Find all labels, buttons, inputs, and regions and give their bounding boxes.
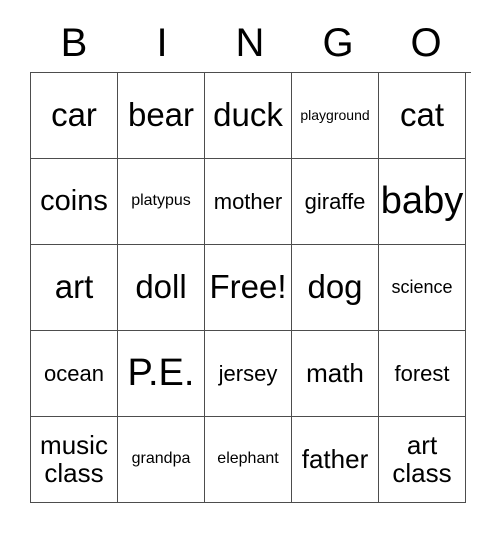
bingo-row: art doll Free! dog science bbox=[31, 245, 471, 331]
bingo-cell[interactable]: cat bbox=[379, 73, 466, 159]
bingo-header-letter-b: B bbox=[60, 21, 88, 65]
bingo-cell-label: jersey bbox=[218, 360, 278, 386]
bingo-cell-free-space[interactable]: Free! bbox=[205, 245, 292, 331]
bingo-cell[interactable]: doll bbox=[118, 245, 205, 331]
bingo-cell[interactable]: coins bbox=[31, 159, 118, 245]
bingo-cell[interactable]: math bbox=[292, 331, 379, 417]
bingo-cell[interactable]: elephant bbox=[205, 417, 292, 503]
bingo-cell[interactable]: car bbox=[31, 73, 118, 159]
bingo-cell-label: dog bbox=[307, 268, 363, 306]
bingo-cell-label: playground bbox=[300, 107, 370, 124]
bingo-cell-label: elephant bbox=[217, 450, 279, 468]
bingo-header-letter-o: O bbox=[410, 21, 442, 65]
bingo-cell[interactable]: duck bbox=[205, 73, 292, 159]
bingo-cell[interactable]: giraffe bbox=[292, 159, 379, 245]
bingo-cell-label: forest bbox=[394, 360, 450, 386]
bingo-free-space-label: Free! bbox=[209, 268, 287, 306]
bingo-cell[interactable]: bear bbox=[118, 73, 205, 159]
bingo-cell[interactable]: science bbox=[379, 245, 466, 331]
bingo-header-letter-n: N bbox=[235, 21, 265, 65]
bingo-cell-label: doll bbox=[135, 268, 187, 306]
bingo-cell[interactable]: father bbox=[292, 417, 379, 503]
bingo-cell[interactable]: ocean bbox=[31, 331, 118, 417]
bingo-header: B I N G O bbox=[30, 14, 470, 72]
bingo-cell[interactable]: grandpa bbox=[118, 417, 205, 503]
bingo-header-letter-i: I bbox=[156, 21, 168, 65]
bingo-grid: car bear duck playground cat coins platy… bbox=[30, 72, 471, 503]
bingo-cell-label: baby bbox=[380, 180, 464, 223]
bingo-cell-label: art class bbox=[392, 429, 452, 488]
bingo-cell[interactable]: music class bbox=[31, 417, 118, 503]
bingo-cell-label: ocean bbox=[44, 360, 104, 386]
bingo-cell[interactable]: forest bbox=[379, 331, 466, 417]
bingo-row: music class grandpa elephant father art … bbox=[31, 417, 471, 503]
bingo-row: ocean P.E. jersey math forest bbox=[31, 331, 471, 417]
bingo-cell-label: P.E. bbox=[127, 352, 195, 395]
bingo-cell-label: giraffe bbox=[304, 188, 366, 214]
bingo-cell[interactable]: art class bbox=[379, 417, 466, 503]
bingo-card: B I N G O car bear duck playground cat c… bbox=[30, 14, 471, 503]
bingo-cell-label: art bbox=[54, 268, 94, 306]
bingo-cell-label: duck bbox=[213, 96, 283, 134]
bingo-row: car bear duck playground cat bbox=[31, 73, 471, 159]
bingo-cell[interactable]: jersey bbox=[205, 331, 292, 417]
bingo-cell-label: grandpa bbox=[131, 450, 191, 468]
bingo-cell-label: cat bbox=[399, 96, 445, 134]
bingo-cell[interactable]: art bbox=[31, 245, 118, 331]
bingo-cell[interactable]: P.E. bbox=[118, 331, 205, 417]
bingo-cell-label: car bbox=[51, 96, 97, 134]
bingo-cell[interactable]: baby bbox=[379, 159, 466, 245]
bingo-cell-label: math bbox=[306, 357, 364, 388]
bingo-cell-label: science bbox=[391, 276, 453, 297]
bingo-cell[interactable]: platypus bbox=[118, 159, 205, 245]
bingo-cell-label: mother bbox=[213, 188, 283, 214]
bingo-cell-label: coins bbox=[40, 185, 108, 218]
bingo-cell[interactable]: mother bbox=[205, 159, 292, 245]
bingo-cell[interactable]: playground bbox=[292, 73, 379, 159]
bingo-cell-label: music class bbox=[40, 429, 108, 488]
bingo-row: coins platypus mother giraffe baby bbox=[31, 159, 471, 245]
bingo-cell-label: bear bbox=[127, 96, 195, 134]
bingo-cell-label: father bbox=[301, 443, 369, 474]
bingo-header-letter-g: G bbox=[322, 21, 354, 65]
bingo-cell-label: platypus bbox=[131, 192, 191, 210]
bingo-cell[interactable]: dog bbox=[292, 245, 379, 331]
